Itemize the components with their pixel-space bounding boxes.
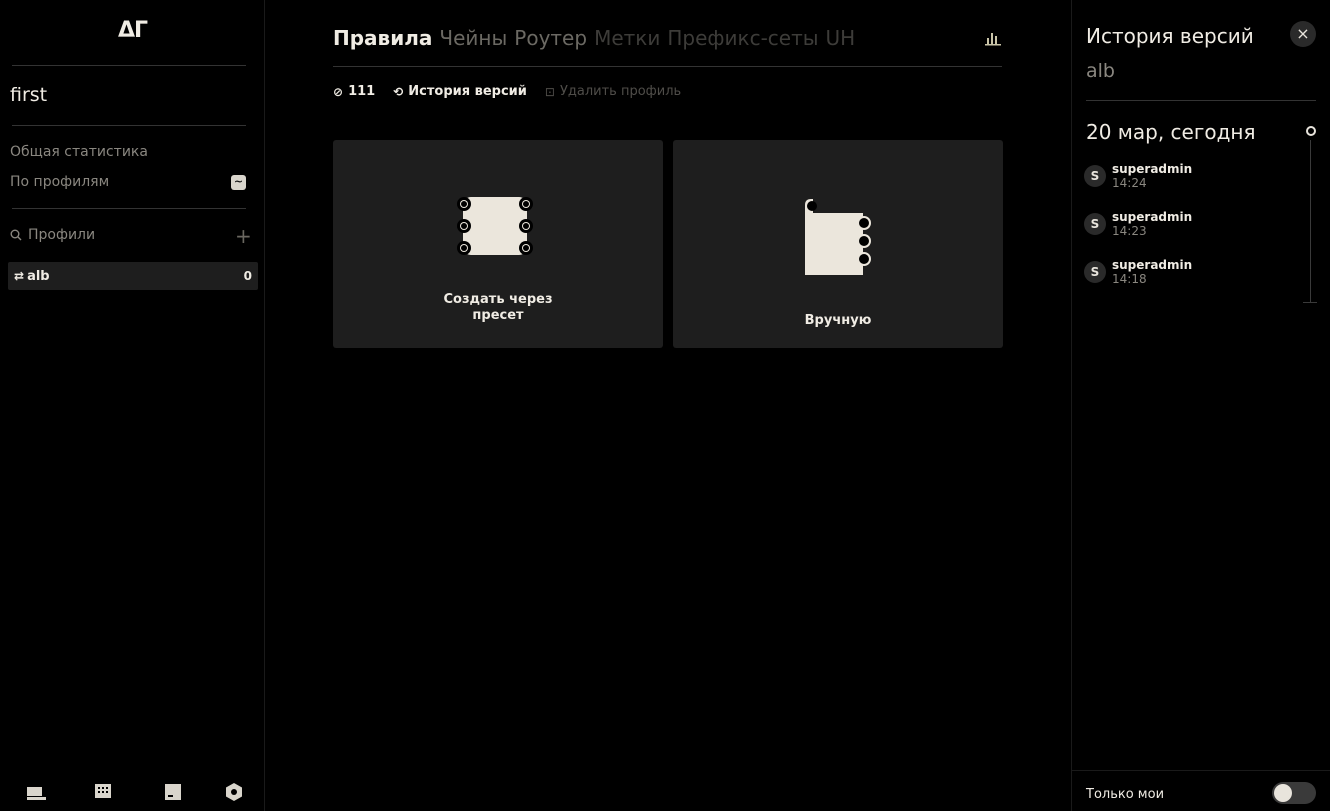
tab-router[interactable]: Роутер (514, 26, 587, 50)
paperclip-icon: ⊘ (333, 84, 344, 99)
link-count[interactable]: ⊘ 111 (333, 84, 375, 99)
avatar: S (1084, 261, 1106, 283)
delete-profile-label: Удалить профиль (559, 84, 682, 99)
version-history-panel: История версий × alb 20 мар, сегодня S s… (1071, 0, 1330, 811)
version-user: superadmin (1112, 258, 1193, 272)
bar-chart-icon[interactable] (985, 30, 1001, 46)
create-from-preset-label: Создать через пресет (443, 292, 553, 323)
profile-count: 0 (243, 269, 252, 283)
timeline-line (1310, 140, 1311, 302)
panel-subtitle: alb (1086, 60, 1115, 82)
app-logo[interactable]: ΔГ (0, 18, 265, 43)
profiles-search-label: Профили (28, 227, 96, 243)
version-time: 14:24 (1112, 176, 1147, 190)
avatar: S (1084, 213, 1106, 235)
nav-by-profiles[interactable]: По профилям (10, 174, 109, 190)
project-title: first (10, 84, 48, 106)
document-icon[interactable] (163, 782, 183, 802)
version-user: superadmin (1112, 162, 1193, 176)
only-mine-toggle[interactable] (1272, 782, 1316, 804)
version-history-button[interactable]: ⟲ История версий (393, 84, 527, 99)
sidebar: ΔГ first Общая статистика По профилям ~ … (0, 0, 265, 811)
tab-labels[interactable]: Метки (594, 26, 660, 50)
profile-item-alb[interactable]: ⇄ alb 0 (8, 262, 258, 290)
version-history-label: История версий (408, 84, 527, 99)
timeline-end (1303, 302, 1317, 303)
version-entry[interactable]: S superadmin 14:24 (1084, 162, 1192, 190)
tabs-bar: Правила Чейны Роутер Метки Префикс-сеты … (333, 26, 855, 50)
grid-icon[interactable] (93, 782, 113, 802)
divider (1086, 100, 1316, 101)
add-profile-icon[interactable]: + (235, 224, 252, 248)
manual-create-label: Вручную (804, 313, 872, 328)
settings-icon[interactable] (224, 782, 244, 802)
divider (333, 66, 1002, 67)
date-heading: 20 мар, сегодня (1086, 120, 1256, 144)
version-time: 14:23 (1112, 224, 1147, 238)
preset-film-icon (457, 197, 533, 255)
tab-prefix-sets[interactable]: Префикс-сеты (667, 26, 818, 50)
divider (12, 65, 246, 66)
tab-rules[interactable]: Правила (333, 26, 432, 50)
history-icon: ⟲ (393, 84, 404, 99)
manual-create-card[interactable]: Вручную (673, 140, 1003, 348)
create-from-preset-card[interactable]: Создать через пресет (333, 140, 663, 348)
close-icon[interactable]: × (1290, 21, 1316, 47)
tab-uh[interactable]: UH (826, 26, 856, 50)
version-user: superadmin (1112, 210, 1193, 224)
delete-profile-button[interactable]: ⊡ Удалить профиль (545, 84, 681, 99)
profile-name: alb (27, 268, 50, 284)
sync-icon: ⇄ (14, 269, 25, 283)
trash-icon: ⊡ (544, 84, 555, 99)
profiles-search[interactable]: Профили (10, 227, 248, 243)
version-time: 14:18 (1112, 272, 1147, 286)
divider (12, 208, 246, 209)
divider (1072, 770, 1330, 771)
main-content: Правила Чейны Роутер Метки Префикс-сеты … (265, 0, 1071, 811)
toggle-knob (1274, 784, 1292, 802)
link-count-value: 111 (348, 84, 376, 99)
timeline-dot (1306, 126, 1316, 136)
chat-icon[interactable] (26, 782, 46, 802)
search-icon (10, 229, 22, 241)
avatar: S (1084, 165, 1106, 187)
version-entry[interactable]: S superadmin 14:23 (1084, 210, 1192, 238)
version-entry[interactable]: S superadmin 14:18 (1084, 258, 1192, 286)
sidebar-bottom-toolbar (0, 782, 265, 804)
profile-toolbar: ⊘ 111 ⟲ История версий ⊡ Удалить профиль (333, 84, 699, 99)
divider (12, 125, 246, 126)
manual-document-icon (805, 199, 871, 275)
only-mine-label: Только мои (1086, 787, 1165, 802)
tab-chains[interactable]: Чейны (439, 26, 507, 50)
nav-general-stats[interactable]: Общая статистика (10, 144, 148, 160)
panel-title: История версий (1086, 24, 1254, 48)
by-profiles-toggle-button[interactable]: ~ (231, 175, 246, 190)
